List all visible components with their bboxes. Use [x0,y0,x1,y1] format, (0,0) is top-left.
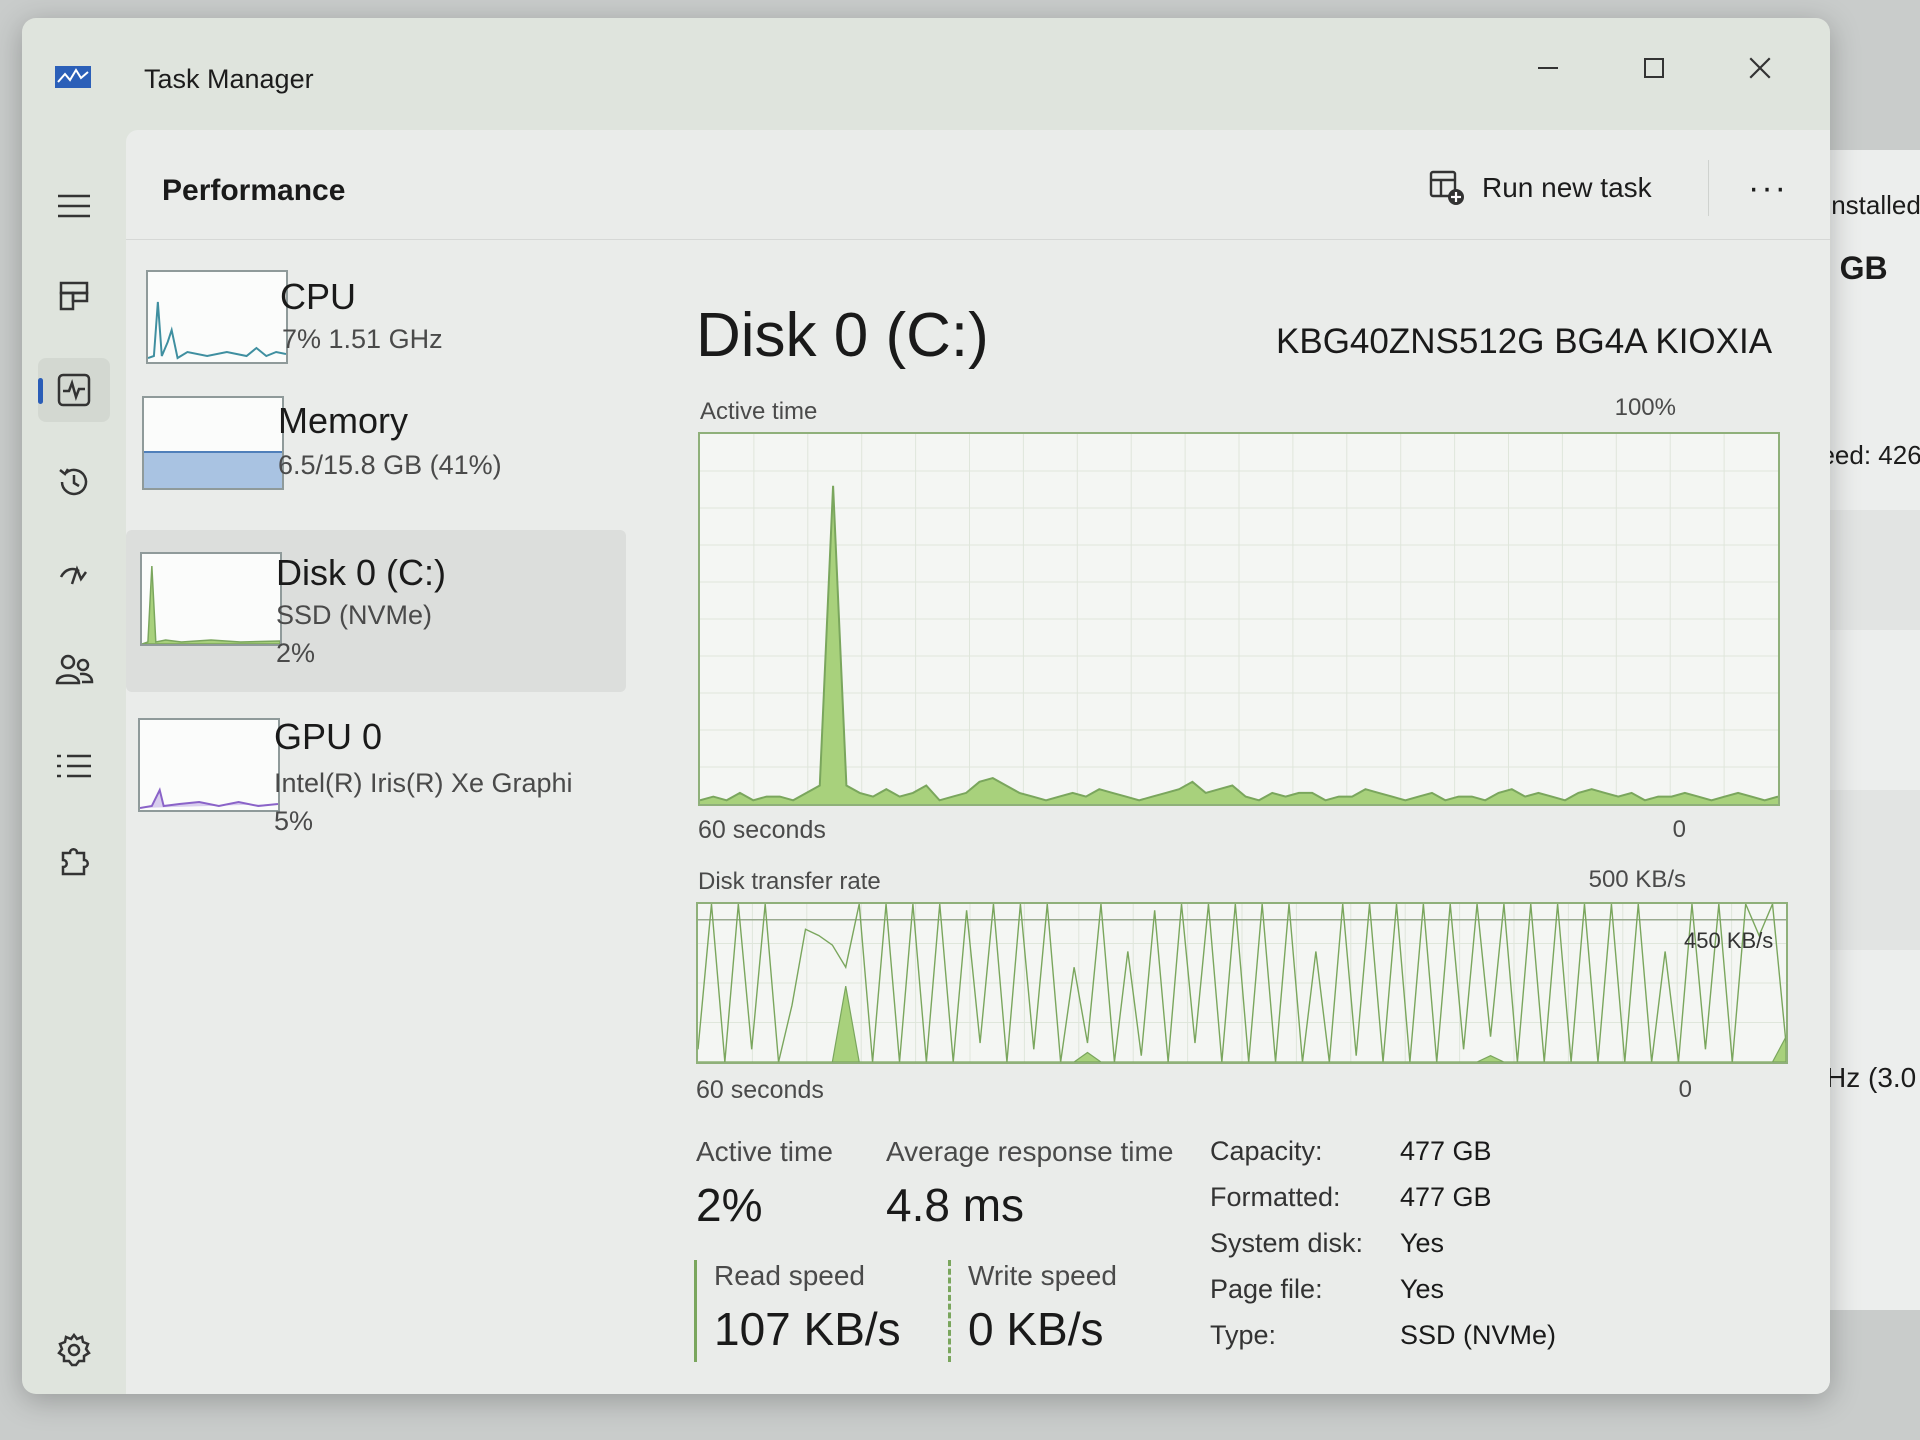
nav-performance[interactable] [38,358,110,422]
resource-item-gpu[interactable]: GPU 0 Intel(R) Iris(R) Xe Graphi 5% [126,696,626,856]
transfer-duration-label: 60 seconds [696,1076,824,1104]
transfer-rate-graph: 450 KB/s [696,902,1788,1064]
resource-detail: 7% 1.51 GHz [282,324,443,354]
read-speed-value: 107 KB/s [714,1303,901,1355]
run-new-task-icon [1429,170,1464,205]
app-title: Task Manager [144,64,314,94]
nav-details[interactable] [38,734,110,798]
close-icon [1749,57,1771,79]
settings-button[interactable] [38,1318,110,1382]
write-speed-indicator [948,1260,951,1362]
nav-startup-apps[interactable] [38,544,110,608]
nav-services[interactable] [38,830,110,894]
cpu-thumbnail-graph [146,270,288,364]
disk-model: KBG40ZNS512G BG4A KIOXIA [1276,322,1773,361]
write-speed-value: 0 KB/s [968,1303,1104,1355]
capacity-label: Capacity: [1210,1136,1323,1166]
bg-installed-text: Installed [1824,190,1920,220]
maximize-icon [1644,58,1664,78]
active-time-graph [698,432,1780,806]
page-file-label: Page file: [1210,1274,1323,1304]
page-file-value: Yes [1400,1274,1445,1304]
read-speed-indicator [694,1260,697,1362]
performance-icon [57,373,91,407]
formatted-label: Formatted: [1210,1182,1341,1212]
content-panel: Performance Run new task ··· CPU 7% 1.51… [126,130,1830,1394]
resource-name: Memory [278,400,409,441]
nav-users[interactable] [38,638,110,702]
minimize-button[interactable] [1518,48,1578,88]
active-time-zero-label: 0 [1672,816,1686,843]
run-new-task-button[interactable]: Run new task [1428,164,1652,212]
transfer-rate-plot [698,904,1786,1062]
processes-icon [59,281,89,311]
navigation-rail [22,130,126,1394]
resource-usage: 2% [276,638,316,668]
more-options-button[interactable]: ··· [1738,164,1798,212]
avg-response-stat-label: Average response time [886,1136,1174,1167]
resource-item-disk[interactable]: Disk 0 (C:) SSD (NVMe) 2% [126,530,626,692]
resource-detail: Intel(R) Iris(R) Xe Graphi [274,768,573,798]
nav-processes[interactable] [38,264,110,328]
resource-name: CPU [280,276,357,317]
read-speed-label: Read speed [714,1260,866,1291]
transfer-zero-label: 0 [1678,1076,1692,1103]
page-header: Performance Run new task ··· [126,130,1830,240]
transfer-rate-graph-label: Disk transfer rate [698,868,881,895]
task-manager-window: Task Manager Performance Run new task ··… [22,18,1830,1394]
transfer-rate-max-label: 500 KB/s [1588,866,1686,893]
disk-title: Disk 0 (C:) [696,301,989,370]
resource-name: GPU 0 [274,716,383,757]
resource-item-memory[interactable]: Memory 6.5/15.8 GB (41%) [126,380,626,540]
close-button[interactable] [1730,48,1790,88]
type-label: Type: [1210,1320,1277,1350]
page-title: Performance [162,174,346,207]
write-speed-label: Write speed [968,1260,1117,1291]
details-list-icon [57,754,91,778]
active-time-stat-value: 2% [696,1179,763,1231]
nav-app-history[interactable] [38,450,110,514]
startup-apps-icon [59,565,88,585]
hamburger-icon [58,194,90,218]
avg-response-stat-value: 4.8 ms [886,1179,1025,1231]
hamburger-menu-button[interactable] [38,174,110,238]
task-manager-app-icon [55,66,91,88]
gpu-thumbnail-graph [138,718,280,812]
system-disk-label: System disk: [1210,1228,1364,1258]
cpu-sparkline [148,301,286,360]
active-time-duration-label: 60 seconds [698,816,826,844]
system-disk-value: Yes [1400,1228,1445,1258]
active-time-plot [700,434,1778,804]
title-bar[interactable]: Task Manager [22,18,1830,130]
resource-name: Disk 0 (C:) [276,552,446,593]
bg-hz-text: Hz (3.0 [1826,1062,1917,1093]
maximize-button[interactable] [1624,48,1684,88]
services-puzzle-icon [61,848,89,876]
settings-gear-icon [57,1332,91,1367]
active-time-max-label: 100% [1614,394,1676,421]
active-nav-indicator [38,378,43,404]
active-time-graph-label: Active time [700,398,818,425]
app-history-icon [59,468,88,496]
transfer-reference-label: 450 KB/s [1684,928,1774,953]
resource-detail: 6.5/15.8 GB (41%) [278,450,502,480]
gpu-sparkline [140,787,278,809]
disk-thumbnail-graph [140,552,282,646]
resource-usage: 5% [274,806,314,836]
type-value: SSD (NVMe) [1400,1320,1557,1350]
users-icon [55,654,94,685]
disk-sparkline [142,565,280,644]
run-new-task-label: Run new task [1482,172,1652,203]
capacity-value: 477 GB [1400,1136,1492,1166]
active-time-stat-label: Active time [696,1136,833,1167]
memory-thumbnail-graph [142,396,284,490]
header-divider [1708,160,1709,216]
resource-detail: SSD (NVMe) [276,600,433,630]
formatted-value: 477 GB [1400,1182,1492,1212]
minimize-icon [1538,67,1558,69]
memory-fill-graph [144,451,282,488]
